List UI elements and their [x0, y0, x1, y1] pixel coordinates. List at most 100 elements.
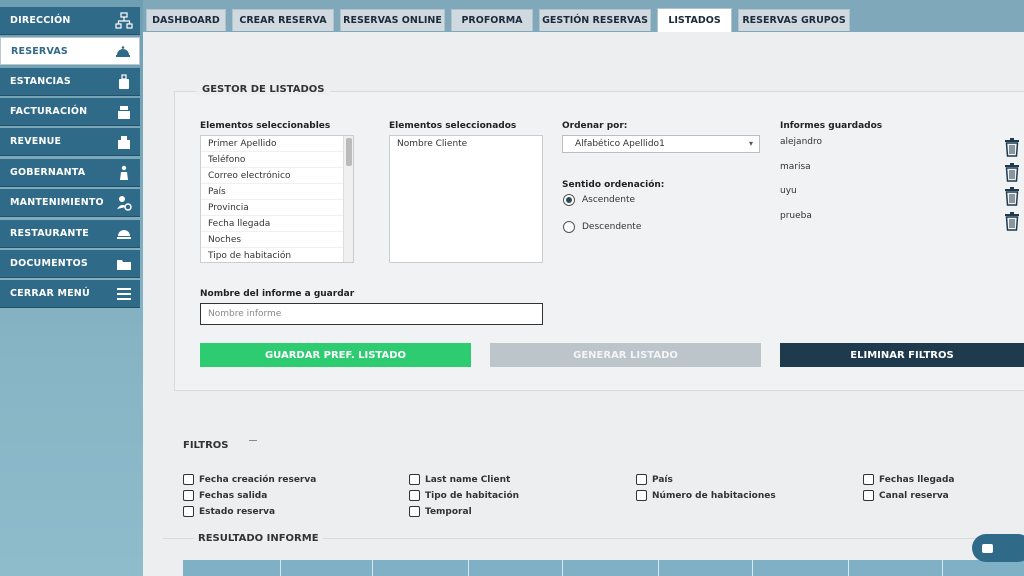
- scroll-thumb[interactable]: [346, 138, 352, 166]
- chef-hat-icon: [114, 224, 134, 244]
- list-item[interactable]: Tipo de habitación: [201, 248, 353, 262]
- checkbox-label: Fecha creación reserva: [199, 474, 317, 485]
- folder-icon: [114, 254, 134, 274]
- sidebar-item-documentos[interactable]: DOCUMENTOS: [0, 250, 140, 278]
- checkbox[interactable]: [183, 474, 194, 485]
- selected-listbox[interactable]: Nombre Cliente: [389, 135, 543, 263]
- result-column-divider: [372, 560, 373, 576]
- list-item[interactable]: Fecha llegada: [201, 216, 353, 232]
- tab-listados[interactable]: LISTADOS: [657, 8, 732, 32]
- checkbox[interactable]: [636, 474, 647, 485]
- filter-checkbox-row[interactable]: Last name Client: [409, 474, 510, 485]
- sidebar-item-restaurante[interactable]: RESTAURANTE: [0, 220, 140, 248]
- sidebar-item-facturacion[interactable]: FACTURACIÓN: [0, 98, 140, 126]
- selected-label: Elementos seleccionados: [389, 121, 517, 131]
- tab-gestion-reservas[interactable]: GESTIÓN RESERVAS: [539, 9, 651, 31]
- chat-bubble-icon: [982, 543, 993, 553]
- radio-descendente[interactable]: [563, 221, 575, 233]
- radio-ascendente[interactable]: [563, 194, 575, 206]
- tab-crear-reserva[interactable]: CREAR RESERVA: [232, 9, 334, 31]
- trash-icon[interactable]: [1003, 186, 1021, 206]
- list-item[interactable]: Noches: [201, 232, 353, 248]
- maintenance-gear-icon: [114, 193, 134, 213]
- list-item[interactable]: Provincia: [201, 200, 353, 216]
- list-item[interactable]: País: [201, 184, 353, 200]
- selectable-label: Elementos seleccionables: [200, 121, 331, 131]
- selectable-listbox[interactable]: Primer Apellido Teléfono Correo electrón…: [200, 135, 354, 263]
- filter-checkbox-row[interactable]: Estado reserva: [183, 506, 275, 517]
- sidebar-item-revenue[interactable]: REVENUE: [0, 128, 140, 156]
- result-column-divider: [752, 560, 753, 576]
- saved-report-item[interactable]: uyu: [780, 186, 797, 196]
- clear-filters-button[interactable]: ELIMINAR FILTROS: [780, 343, 1024, 367]
- chart-icon: [114, 132, 134, 152]
- sidebar-item-label: GOBERNANTA: [10, 167, 86, 178]
- tab-reservas-online[interactable]: RESERVAS ONLINE: [340, 9, 445, 31]
- result-table-header: [183, 560, 1024, 576]
- sidebar-item-gobernanta[interactable]: GOBERNANTA: [0, 159, 140, 187]
- filter-checkbox-row[interactable]: Fechas llegada: [863, 474, 955, 485]
- filter-checkbox-row[interactable]: Tipo de habitación: [409, 490, 519, 501]
- checkbox-label: Estado reserva: [199, 506, 276, 517]
- filter-checkbox-row[interactable]: Fecha creación reserva: [183, 474, 316, 485]
- report-name-input[interactable]: [200, 303, 543, 325]
- checkbox-label: Last name Client: [425, 474, 511, 485]
- trash-icon[interactable]: [1003, 211, 1021, 231]
- list-item[interactable]: Correo electrónico: [201, 168, 353, 184]
- checkbox[interactable]: [183, 490, 194, 501]
- list-item[interactable]: Primer Apellido: [201, 136, 353, 152]
- sidebar-item-label: DOCUMENTOS: [10, 258, 88, 269]
- sidebar-item-direccion[interactable]: DIRECCIÓN: [0, 7, 140, 35]
- checkbox[interactable]: [409, 490, 420, 501]
- tab-dashboard[interactable]: DASHBOARD: [146, 9, 226, 31]
- checkbox-label: Fechas salida: [199, 490, 268, 501]
- tab-reservas-grupos[interactable]: RESERVAS GRUPOS: [738, 9, 850, 31]
- trash-icon[interactable]: [1003, 137, 1021, 157]
- sidebar-item-reservas[interactable]: RESERVAS: [0, 37, 140, 65]
- checkbox-label: Tipo de habitación: [425, 490, 520, 501]
- order-select[interactable]: Alfabético Apellido1 ▾: [562, 135, 760, 153]
- checkbox-label: Número de habitaciones: [652, 490, 776, 501]
- hamburger-menu-icon: [114, 284, 134, 304]
- filter-checkbox-row[interactable]: Fechas salida: [183, 490, 267, 501]
- sidebar-item-cerrar-menu[interactable]: CERRAR MENÚ: [0, 280, 140, 308]
- filter-checkbox-row[interactable]: Número de habitaciones: [636, 490, 776, 501]
- generate-list-button[interactable]: GENERAR LISTADO: [490, 343, 761, 367]
- checkbox[interactable]: [863, 490, 874, 501]
- chat-button[interactable]: [972, 534, 1024, 562]
- filters-title: FILTROS: [183, 440, 229, 451]
- direction-label: Sentido ordenación:: [562, 180, 665, 190]
- saved-report-item[interactable]: prueba: [780, 211, 812, 221]
- report-name-label: Nombre del informe a guardar: [200, 289, 355, 299]
- sidebar-item-mantenimiento[interactable]: MANTENIMIENTO: [0, 189, 140, 217]
- saved-report-item[interactable]: marisa: [780, 162, 811, 172]
- result-column-divider: [658, 560, 659, 576]
- list-item[interactable]: Nombre Cliente: [390, 136, 542, 152]
- checkbox[interactable]: [409, 474, 420, 485]
- saved-report-item[interactable]: alejandro: [780, 137, 822, 147]
- gestor-title: GESTOR DE LISTADOS: [196, 84, 331, 95]
- filters-collapse-dash[interactable]: [249, 440, 257, 441]
- filter-checkbox-row[interactable]: Temporal: [409, 506, 472, 517]
- reception-bell-icon: [113, 41, 133, 61]
- radio-ascendente-label: Ascendente: [582, 195, 636, 205]
- sidebar-item-estancias[interactable]: ESTANCIAS: [0, 68, 140, 96]
- checkbox[interactable]: [183, 506, 194, 517]
- filter-checkbox-row[interactable]: País: [636, 474, 673, 485]
- sidebar-item-label: REVENUE: [10, 136, 62, 147]
- save-preferences-button[interactable]: GUARDAR PREF. LISTADO: [200, 343, 471, 367]
- listbox-scrollbar[interactable]: [343, 136, 353, 262]
- tab-proforma[interactable]: PROFORMA: [451, 9, 533, 31]
- order-label: Ordenar por:: [562, 121, 628, 131]
- sidebar-item-label: CERRAR MENÚ: [10, 288, 90, 299]
- filter-checkbox-row[interactable]: Canal reserva: [863, 490, 949, 501]
- checkbox[interactable]: [863, 474, 874, 485]
- order-select-value: Alfabético Apellido1: [575, 139, 665, 149]
- list-item[interactable]: Teléfono: [201, 152, 353, 168]
- chevron-down-icon: ▾: [748, 139, 753, 148]
- checkbox[interactable]: [636, 490, 647, 501]
- saved-reports-label: Informes guardados: [780, 121, 883, 131]
- trash-icon[interactable]: [1003, 162, 1021, 182]
- checkbox-label: País: [652, 474, 673, 485]
- checkbox[interactable]: [409, 506, 420, 517]
